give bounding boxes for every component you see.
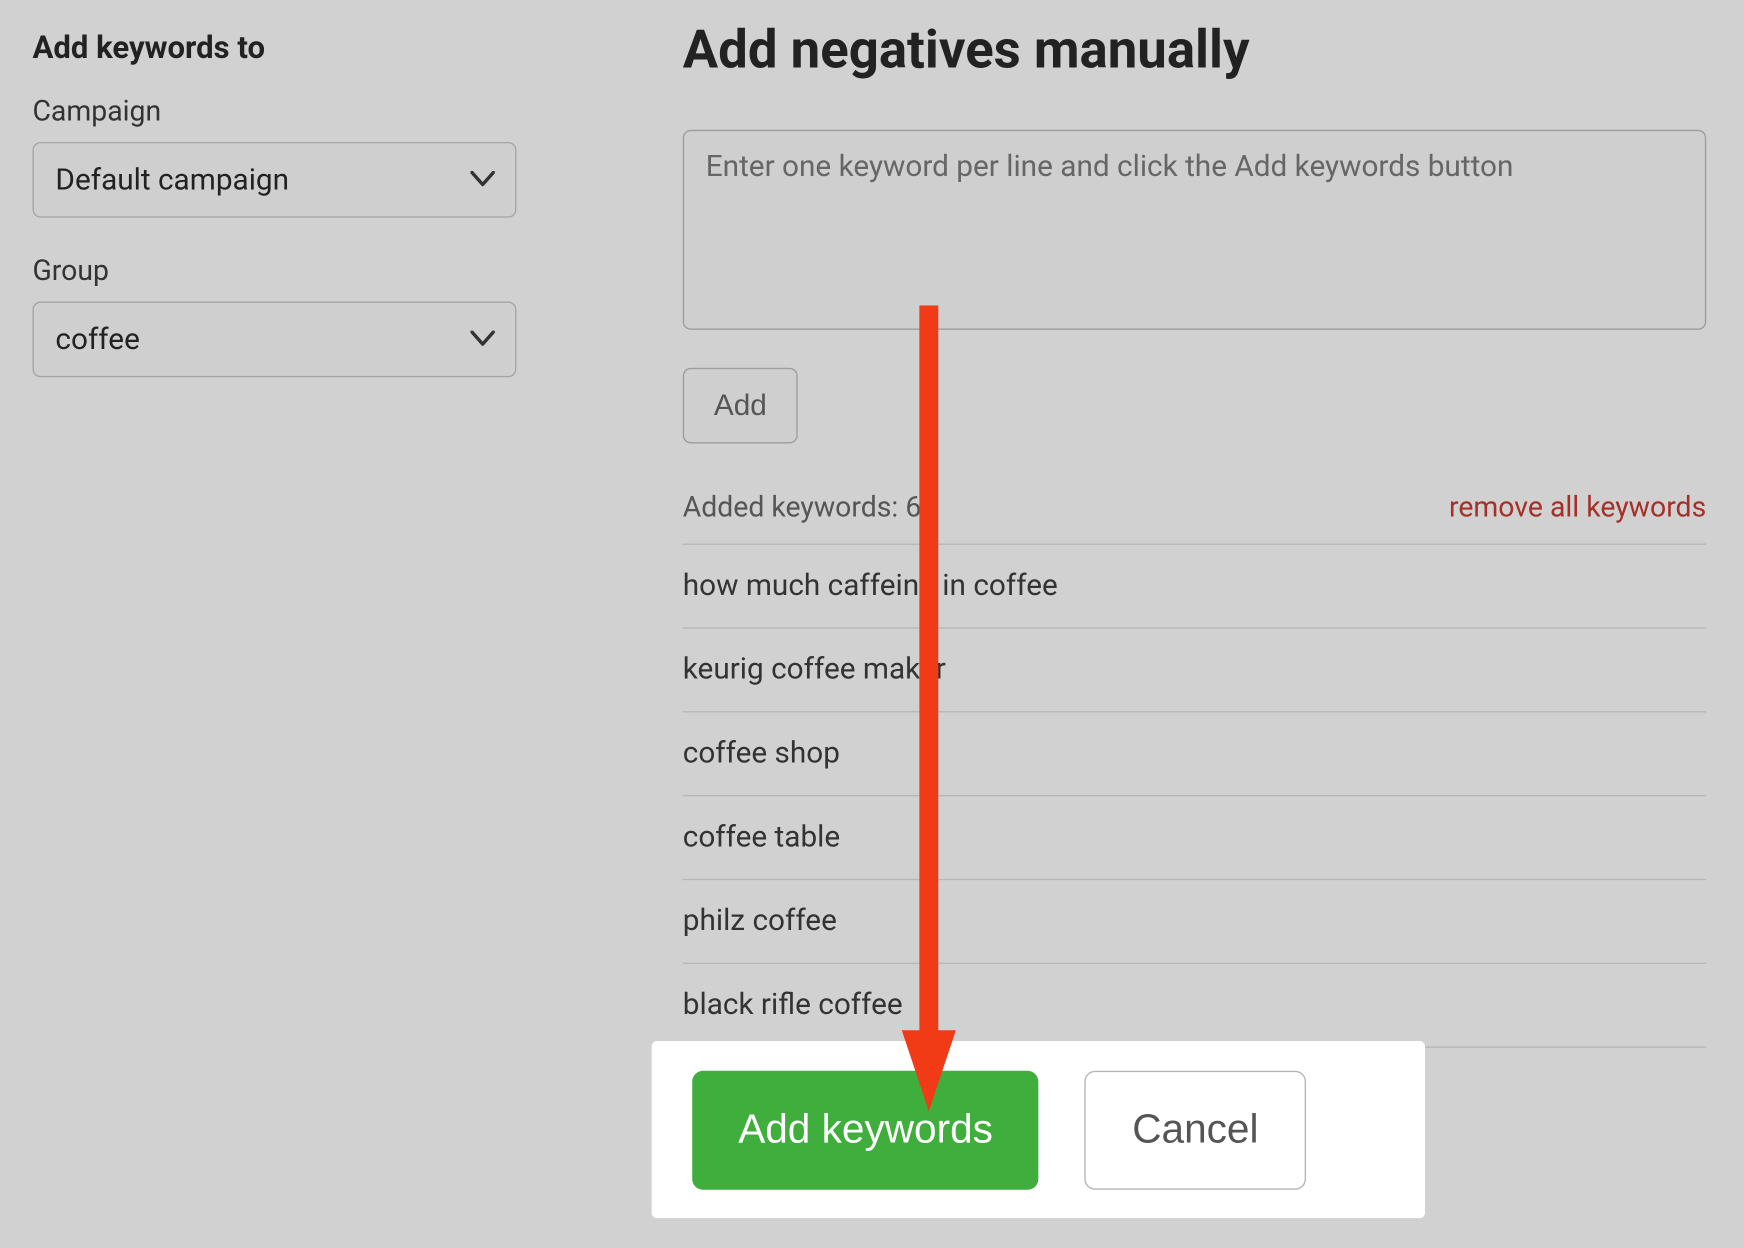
group-label: Group xyxy=(32,256,563,288)
add-keywords-button[interactable]: Add keywords xyxy=(692,1070,1039,1189)
cancel-button[interactable]: Cancel xyxy=(1085,1070,1306,1189)
list-item[interactable]: coffee table xyxy=(683,796,1706,880)
list-item[interactable]: coffee shop xyxy=(683,713,1706,797)
keywords-textarea[interactable] xyxy=(683,130,1706,330)
list-item[interactable]: keurig coffee maker xyxy=(683,629,1706,713)
sidebar: Add keywords to Campaign Default campaig… xyxy=(0,0,602,1248)
list-item[interactable]: how much caffeine in coffee xyxy=(683,544,1706,629)
campaign-select[interactable]: Default campaign xyxy=(32,142,516,218)
action-bar: Add keywords Cancel xyxy=(652,1041,1425,1218)
group-select-value: coffee xyxy=(55,322,139,356)
group-select[interactable]: coffee xyxy=(32,301,516,377)
add-button[interactable]: Add xyxy=(683,368,798,444)
keyword-list: how much caffeine in coffee keurig coffe… xyxy=(683,544,1706,1048)
campaign-label: Campaign xyxy=(32,96,563,128)
list-item[interactable]: black rifle coffee xyxy=(683,964,1706,1048)
remove-all-link[interactable]: remove all keywords xyxy=(1449,492,1706,524)
campaign-select-value: Default campaign xyxy=(55,163,289,197)
sidebar-title: Add keywords to xyxy=(32,30,563,67)
added-keywords-count: Added keywords: 6 xyxy=(683,492,922,524)
page-title: Add negatives manually xyxy=(683,19,1706,81)
list-item[interactable]: philz coffee xyxy=(683,880,1706,964)
